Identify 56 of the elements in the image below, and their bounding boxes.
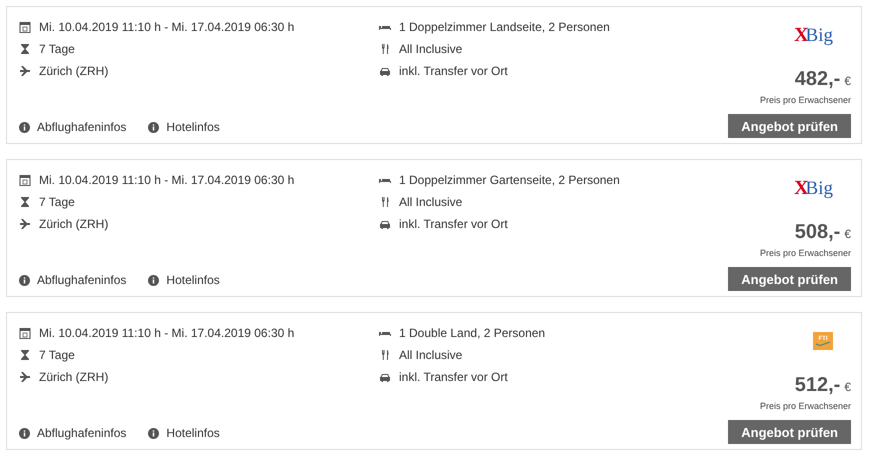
check-offer-button[interactable]: Angebot prüfen: [728, 114, 851, 138]
room-type: 1 Doppelzimmer Gartenseite, 2 Personen: [399, 172, 620, 186]
price-note: Preis pro Erwachsener: [760, 248, 851, 258]
departure-airport: Zürich (ZRH): [39, 370, 108, 384]
info-icon: [148, 428, 160, 438]
travel-dates: Mi. 10.04.2019 11:10 h - Mi. 17.04.2019 06:30 h: [39, 20, 294, 34]
trip-duration: 7 Tage: [39, 348, 75, 362]
room-type: 1 Double Land, 2 Personen: [399, 326, 546, 340]
travel-dates: Mi. 10.04.2019 11:10 h - Mi. 17.04.2019 06:30 h: [39, 172, 294, 186]
info-icon: [19, 274, 30, 286]
hourglass-icon: [19, 348, 31, 360]
airplane-icon: [19, 218, 31, 230]
info-link[interactable]: Hotelinfos: [148, 120, 220, 134]
info-icon: [19, 428, 30, 438]
calendar-icon: [19, 174, 31, 186]
cutlery-icon: [379, 348, 391, 360]
hourglass-icon: [19, 196, 31, 208]
trip-duration: 7 Tage: [39, 42, 75, 56]
calendar-icon: [19, 326, 31, 338]
board-type: All Inclusive: [399, 42, 462, 56]
price: 512,-: [794, 374, 840, 397]
price: 508,-: [794, 221, 840, 244]
info-icon: [19, 122, 30, 132]
info-icon: [148, 122, 160, 132]
calendar-icon: [19, 20, 31, 32]
check-offer-button[interactable]: Angebot prüfen: [728, 420, 851, 444]
currency: €: [844, 227, 851, 241]
info-link[interactable]: Abflughafeninfos: [19, 120, 126, 134]
info-link[interactable]: Hotelinfos: [148, 426, 220, 440]
departure-airport: Zürich (ZRH): [39, 216, 108, 230]
room-type: 1 Doppelzimmer Landseite, 2 Personen: [399, 20, 610, 34]
hourglass-icon: [19, 42, 31, 54]
operator-logo: XBig: [794, 24, 833, 46]
cutlery-icon: [379, 42, 391, 54]
transfer-info: inkl. Transfer vor Ort: [399, 216, 508, 230]
currency: €: [844, 74, 851, 88]
airplane-icon: [19, 370, 31, 382]
check-offer-button[interactable]: Angebot prüfen: [728, 267, 851, 291]
departure-airport: Zürich (ZRH): [39, 64, 108, 78]
info-link[interactable]: Abflughafeninfos: [19, 426, 126, 440]
transfer-info: inkl. Transfer vor Ort: [399, 370, 508, 384]
cutlery-icon: [379, 196, 391, 208]
board-type: All Inclusive: [399, 348, 462, 362]
price: 482,-: [794, 68, 840, 91]
currency: €: [844, 380, 851, 394]
board-type: All Inclusive: [399, 194, 462, 208]
travel-dates: Mi. 10.04.2019 11:10 h - Mi. 17.04.2019 06:30 h: [39, 326, 294, 340]
info-link[interactable]: Abflughafeninfos: [19, 273, 126, 287]
operator-logo: XBig: [794, 176, 833, 200]
airplane-icon: [19, 64, 31, 76]
info-link[interactable]: Hotelinfos: [148, 273, 220, 287]
price-note: Preis pro Erwachsener: [760, 401, 851, 411]
price-note: Preis pro Erwachsener: [760, 95, 851, 105]
transfer-info: inkl. Transfer vor Ort: [399, 64, 508, 78]
info-icon: [148, 274, 160, 286]
trip-duration: 7 Tage: [39, 194, 75, 208]
